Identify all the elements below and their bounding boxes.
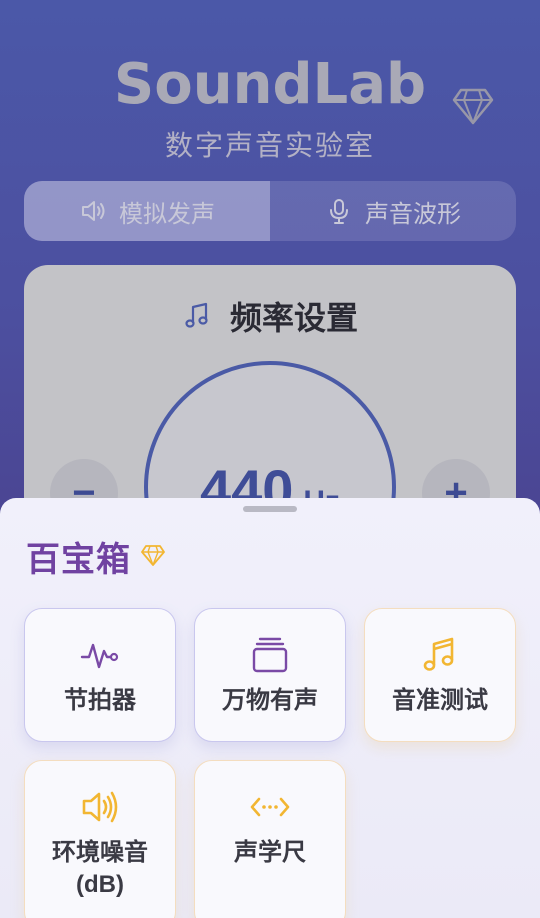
tool-label: 节拍器: [64, 687, 136, 714]
tool-ambient-noise[interactable]: 环境噪音(dB): [24, 760, 176, 918]
toolbox-sheet: 百宝箱 节拍器 万物有声 音准测试 环境噪音(dB) 声学尺: [0, 498, 540, 918]
layers-icon: [252, 637, 288, 673]
tab-sound-waveform[interactable]: 声音波形: [270, 181, 516, 241]
diamond-icon[interactable]: [452, 86, 494, 126]
speaker-icon: [82, 201, 105, 221]
music-note-icon: [185, 302, 208, 328]
app-subtitle: 数字声音实验室: [164, 130, 375, 161]
microphone-icon: [330, 199, 348, 224]
tab-label: 模拟发声: [119, 200, 215, 228]
tool-metronome[interactable]: 节拍器: [24, 608, 176, 742]
tool-label: 万物有声: [222, 687, 318, 714]
diamond-icon: [141, 545, 165, 566]
tool-everything-sounds[interactable]: 万物有声: [194, 608, 346, 742]
volume-icon: [82, 791, 118, 823]
sheet-drag-handle[interactable]: [243, 506, 297, 512]
tab-simulate-sound[interactable]: 模拟发声: [24, 181, 270, 241]
mode-tabs: 模拟发声 声音波形: [24, 181, 516, 241]
tool-acoustic-ruler[interactable]: 声学尺: [194, 760, 346, 918]
sheet-title: 百宝箱: [26, 541, 131, 579]
tab-label: 声音波形: [365, 200, 461, 228]
ruler-arrows-icon: [250, 797, 290, 817]
frequency-card-header: 频率设置: [24, 293, 516, 339]
tool-label: 声学尺: [234, 839, 306, 866]
tool-label: 环境噪音(dB): [52, 839, 148, 898]
tool-label: 音准测试: [392, 687, 488, 714]
frequency-card-title: 频率设置: [229, 300, 358, 336]
tool-pitch-test[interactable]: 音准测试: [364, 608, 516, 742]
music-note-icon: [423, 637, 454, 671]
pulse-icon: [80, 643, 119, 669]
